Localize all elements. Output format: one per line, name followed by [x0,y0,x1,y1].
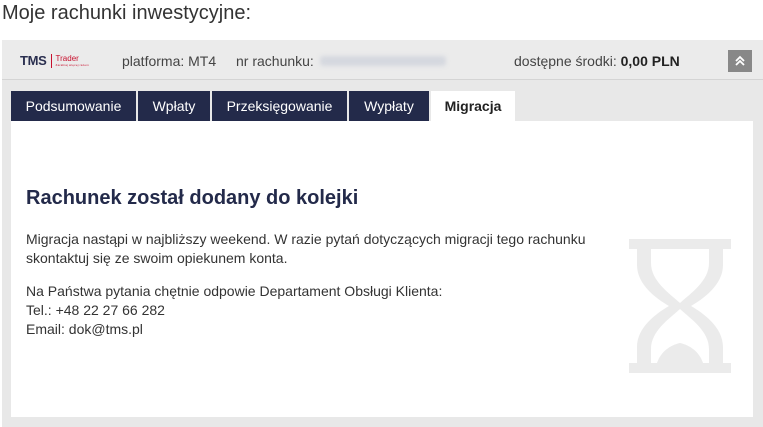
logo-main: TMS [20,54,52,68]
migration-content: Rachunek został dodany do kolejki Migrac… [11,121,753,417]
account-panel: TMS Trader Zarabiaj więcej razem platfor… [2,40,763,427]
tms-trader-logo: TMS Trader Zarabiaj więcej razem [20,52,89,70]
collapse-button[interactable] [728,50,752,72]
support-phone: Tel.: +48 22 27 66 282 [26,302,165,318]
hourglass-icon [629,239,731,373]
funds-label: dostępne środki: [514,53,617,69]
tab-migracja[interactable]: Migracja [431,91,515,121]
tab-podsumowanie[interactable]: Podsumowanie [11,91,136,121]
available-funds: dostępne środki: 0,00 PLN [514,53,680,69]
account-number: nr rachunku: [236,53,446,69]
logo-tagline: Zarabiaj więcej razem [55,63,89,67]
account-number-label: nr rachunku: [236,53,314,69]
migration-message: Migracja nastąpi w najbliższy weekend. W… [26,231,586,266]
page-title: Moje rachunki inwestycyjne: [2,2,251,24]
tab-wyplaty[interactable]: Wypłaty [349,91,429,121]
account-bar: TMS Trader Zarabiaj więcej razem platfor… [2,40,763,80]
account-tabs: Podsumowanie Wpłaty Przeksięgowanie Wypł… [11,91,517,121]
support-email: Email: dok@tms.pl [26,321,143,337]
funds-value: 0,00 PLN [620,53,680,69]
status-heading: Rachunek został dodany do kolejki [26,187,359,209]
support-intro: Na Państwa pytania chętnie odpowie Depar… [26,283,443,299]
chevron-double-up-icon [735,55,745,66]
logo-sub: Trader [55,54,79,63]
support-info: Na Państwa pytania chętnie odpowie Depar… [26,282,596,339]
account-number-redacted [319,56,446,66]
tab-wplaty[interactable]: Wpłaty [138,91,210,121]
tab-przeksiegowanie[interactable]: Przeksięgowanie [212,91,347,121]
platform-label: platforma: MT4 [122,53,217,69]
